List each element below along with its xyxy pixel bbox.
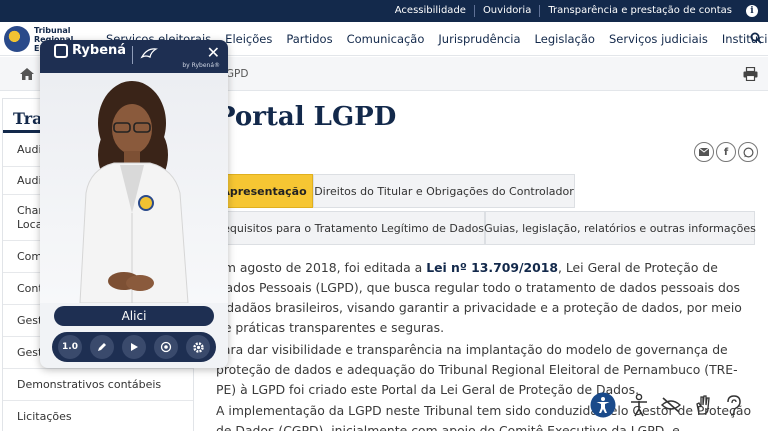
rybena-logo: Rybená — [54, 43, 126, 58]
print-icon[interactable] — [743, 67, 758, 81]
info-icon[interactable]: i — [746, 5, 758, 17]
rybena-widget: Rybená by Rybená® ✕ Alici 1.0 — [40, 40, 228, 368]
rybena-controls: 1.0 — [52, 332, 216, 362]
facebook-icon: f — [723, 146, 729, 158]
accessibility-button[interactable] — [590, 392, 616, 418]
rybena-by: by Rybená® — [182, 62, 220, 69]
play-button[interactable] — [122, 335, 146, 359]
rybena-brand: Rybená — [72, 43, 127, 58]
play-icon — [131, 343, 138, 351]
side-item-licitacoes[interactable]: Licitações — [3, 401, 193, 431]
avatar-illustration — [79, 81, 189, 304]
tab-guias-legislacao[interactable]: Guias, legislação, relatórios e outras i… — [484, 211, 756, 245]
hide-signs-button[interactable] — [658, 392, 684, 418]
ear-icon — [727, 395, 741, 416]
intro-text-pre: Em agosto de 2018, foi editada a — [216, 260, 427, 275]
tab-direitos-titular[interactable]: Direitos do Titular e Obrigações do Cont… — [313, 174, 575, 208]
nav-comunicacao[interactable]: Comunicação — [347, 32, 425, 46]
tab-requisitos-tratamento[interactable]: Requisitos para o Tratamento Legítimo de… — [215, 211, 485, 245]
touch-button[interactable] — [154, 335, 178, 359]
hearing-button[interactable] — [720, 392, 746, 418]
nav-servicos-judiciais[interactable]: Serviços judiciais — [609, 32, 708, 46]
bird-icon — [140, 48, 158, 59]
hand-signs-button[interactable] — [690, 392, 716, 418]
search-icon[interactable] — [750, 32, 762, 44]
eye-off-icon — [660, 397, 682, 413]
tab-apresentacao[interactable]: Apresentação — [215, 174, 313, 208]
email-icon — [699, 148, 709, 156]
link-transparencia[interactable]: Transparência e prestação de contas — [540, 5, 740, 17]
whatsapp-share-button[interactable] — [738, 142, 758, 162]
close-icon[interactable]: ✕ — [207, 44, 220, 62]
facebook-share-button[interactable]: f — [716, 142, 736, 162]
lgpd-law-link[interactable]: Lei nº 13.709/2018 — [426, 260, 558, 275]
accessibility-icon — [590, 392, 616, 418]
rybena-logo-icon — [54, 43, 68, 58]
tre-logo-icon[interactable] — [4, 26, 30, 52]
intro-paragraph: Em agosto de 2018, foi editada a Lei nº … — [216, 258, 756, 338]
speed-button[interactable]: 1.0 — [58, 335, 82, 359]
person-icon — [631, 393, 647, 417]
gear-icon — [192, 341, 204, 353]
top-utility-bar: Acessibilidade Ouvidoria Transparência e… — [0, 0, 768, 22]
rybena-header: Rybená by Rybená® ✕ — [40, 40, 228, 73]
edit-button[interactable] — [90, 335, 114, 359]
nav-legislacao[interactable]: Legislação — [535, 32, 595, 46]
figure-button[interactable] — [626, 392, 652, 418]
settings-button[interactable] — [186, 335, 210, 359]
nav-jurisprudencia[interactable]: Jurisprudência — [438, 32, 520, 46]
email-share-button[interactable] — [694, 142, 714, 162]
sign-avatar — [40, 73, 228, 304]
hand-icon — [696, 395, 710, 415]
pencil-icon — [98, 343, 106, 351]
portal-paragraph: Para dar visibilidade e transparência na… — [216, 342, 738, 397]
side-item-demonstrativos[interactable]: Demonstrativos contábeis — [3, 369, 193, 401]
page-title: Portal LGPD — [216, 102, 397, 132]
nav-partidos[interactable]: Partidos — [286, 32, 332, 46]
link-ouvidoria[interactable]: Ouvidoria — [475, 5, 541, 17]
whatsapp-icon — [742, 146, 754, 158]
nav-eleicoes[interactable]: Eleições — [225, 32, 272, 46]
home-icon[interactable] — [20, 68, 34, 80]
link-acessibilidade[interactable]: Acessibilidade — [387, 5, 475, 17]
rybena-separator — [132, 46, 133, 64]
avatar-name: Alici — [54, 306, 214, 326]
touch-icon — [160, 341, 172, 353]
